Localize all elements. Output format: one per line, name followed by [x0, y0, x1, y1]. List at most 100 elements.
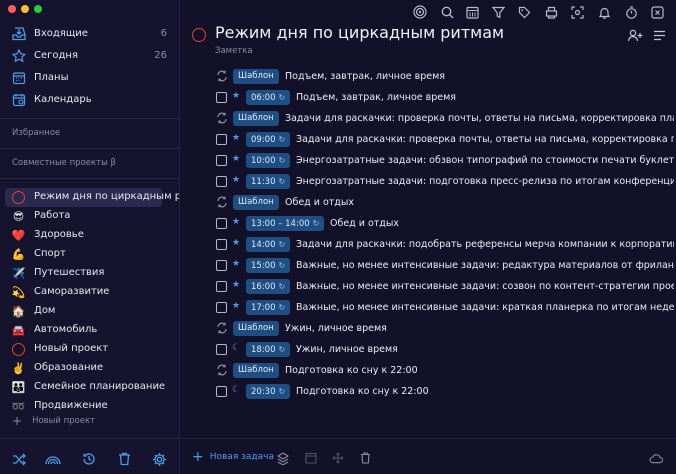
sidebar-project-item[interactable]: ✈️ Путешествия — [0, 264, 179, 283]
shuffle-icon[interactable] — [11, 451, 27, 467]
task-checkbox[interactable] — [216, 155, 227, 166]
menu-icon[interactable] — [650, 27, 668, 43]
new-task-button[interactable]: + Новая задача — [192, 450, 274, 464]
time-badge[interactable]: 17:00 ↻ — [246, 300, 291, 315]
task-checkbox[interactable] — [216, 386, 227, 397]
badge-text: 13:00 – 14:00 — [251, 219, 310, 229]
task-checkbox[interactable] — [216, 281, 227, 292]
task-title: Подготовка ко сну к 22:00 — [296, 386, 429, 397]
add-person-icon[interactable] — [626, 27, 644, 43]
task-checkbox[interactable] — [216, 239, 227, 250]
task-title: Подготовка ко сну к 22:00 — [285, 365, 418, 376]
history-icon[interactable] — [81, 451, 97, 467]
sidebar-item-label: Планы — [34, 72, 69, 83]
sidebar-project-item[interactable]: 💫 Саморазвитие — [0, 283, 179, 302]
task-row[interactable]: ☾ 18:00 ↻ Ужин, личное время — [180, 340, 676, 360]
task-row[interactable]: ★ 16:00 ↻ Важные, но менее интенсивные зада… — [180, 277, 676, 297]
task-checkbox[interactable] — [216, 344, 227, 355]
template-badge[interactable]: Шаблон — [233, 321, 279, 336]
repeat-icon — [215, 69, 229, 83]
sidebar-project-item[interactable]: 🚘 Автомобиль — [0, 321, 179, 340]
sidebar-project-item[interactable]: ✌️ Образование — [0, 359, 179, 378]
sidebar-item-label: Календарь — [34, 94, 92, 105]
template-row[interactable]: Шаблон Обед и отдых — [180, 193, 676, 213]
template-row[interactable]: Шаблон Подъем, завтрак, личное время — [180, 67, 676, 87]
print-icon[interactable] — [543, 4, 559, 20]
shared-projects-label[interactable]: Совместные проекты β — [12, 158, 116, 168]
task-row[interactable]: ★ 15:00 ↻ Важные, но менее интенсивные зада… — [180, 256, 676, 276]
time-badge[interactable]: 18:00 ↻ — [246, 342, 291, 357]
search-icon[interactable] — [439, 4, 455, 20]
sidebar-project-item[interactable]: 😎 Работа — [0, 207, 179, 226]
move-icon[interactable] — [331, 451, 345, 465]
focus-icon[interactable] — [412, 4, 428, 20]
task-row[interactable]: ★ 06:00 ↻ Подъем, завтрак, личное время — [180, 88, 676, 108]
gear-icon[interactable] — [151, 451, 167, 467]
task-row[interactable]: ★ 14:00 ↻ Задачи для раскачки: подобрать ре… — [180, 235, 676, 255]
task-checkbox[interactable] — [216, 218, 227, 229]
screenshot-icon[interactable] — [569, 4, 585, 20]
new-project-label: Новый проект — [32, 416, 96, 426]
time-badge[interactable]: 16:00 ↻ — [246, 279, 291, 294]
badge-text: Шаблон — [238, 323, 274, 333]
time-badge[interactable]: 10:00 ↻ — [246, 153, 291, 168]
bell-icon[interactable] — [596, 4, 612, 20]
sidebar-item-inbox[interactable]: Входящие 6 — [0, 23, 179, 45]
template-badge[interactable]: Шаблон — [233, 111, 279, 126]
template-row[interactable]: Шаблон Задачи для раскачки: проверка почт… — [180, 109, 676, 129]
red-ring-icon — [11, 342, 26, 357]
trash-icon[interactable] — [358, 451, 372, 465]
sidebar-item-today[interactable]: Сегодня 26 — [0, 45, 179, 67]
calendar-icon[interactable] — [304, 451, 318, 465]
time-badge[interactable]: 15:00 ↻ — [246, 258, 291, 273]
trash-icon[interactable] — [116, 451, 132, 467]
task-checkbox[interactable] — [216, 176, 227, 187]
sidebar-project-item[interactable]: Новый проект — [0, 340, 179, 359]
time-badge[interactable]: 06:00 ↻ — [246, 90, 291, 105]
sidebar-item-plans[interactable]: Планы — [0, 67, 179, 89]
timer-icon[interactable] — [623, 4, 639, 20]
page-title[interactable]: Режим дня по циркадным ритмам — [215, 23, 504, 42]
sidebar-project-item[interactable]: 👪 Семейное планирование — [0, 378, 179, 397]
notes-field[interactable]: Заметка — [215, 46, 253, 56]
filter-icon[interactable] — [490, 4, 506, 20]
sidebar-item-calendar[interactable]: Календарь — [0, 89, 179, 111]
close-window-button[interactable] — [8, 5, 16, 13]
task-row[interactable]: ★ 11:30 ↻ Энергозатратные задачи: подготовк… — [180, 172, 676, 192]
task-row[interactable]: ☾ 20:30 ↻ Подготовка ко сну к 22:00 — [180, 382, 676, 402]
template-badge[interactable]: Шаблон — [233, 69, 279, 84]
minimize-window-button[interactable] — [21, 5, 29, 13]
template-badge[interactable]: Шаблон — [233, 363, 279, 378]
new-project-button[interactable]: + Новый проект — [12, 414, 95, 428]
time-badge[interactable]: 13:00 – 14:00 ↻ — [246, 216, 325, 231]
template-row[interactable]: Шаблон Ужин, личное время — [180, 319, 676, 339]
rainbow-icon[interactable] — [45, 451, 61, 467]
cloud-icon[interactable] — [649, 451, 663, 465]
window-icon[interactable] — [649, 4, 665, 20]
sidebar-project-item[interactable]: 💪 Спорт — [0, 245, 179, 264]
task-title: Ужин, личное время — [296, 344, 398, 355]
template-row[interactable]: Шаблон Подготовка ко сну к 22:00 — [180, 361, 676, 381]
calendar-icon[interactable] — [464, 4, 480, 20]
task-row[interactable]: ★ 09:00 ↻ Задачи для раскачки: проверка поч… — [180, 130, 676, 150]
task-row[interactable]: ★ 17:00 ↻ Важные, но менее интенсивные зада… — [180, 298, 676, 318]
task-checkbox[interactable] — [216, 134, 227, 145]
task-checkbox[interactable] — [216, 302, 227, 313]
zoom-window-button[interactable] — [34, 5, 42, 13]
tag-icon[interactable] — [516, 4, 532, 20]
time-badge[interactable]: 20:30 ↻ — [246, 384, 291, 399]
sidebar-divider — [0, 118, 179, 119]
badge-text: 10:00 — [251, 156, 276, 166]
sidebar-project-item[interactable]: Режим дня по циркадным р — [0, 188, 179, 207]
sidebar-project-item[interactable]: ❤️ Здоровье — [0, 226, 179, 245]
task-row[interactable]: ★ 10:00 ↻ Энергозатратные задачи: обзвон ти… — [180, 151, 676, 171]
layers-icon[interactable] — [276, 451, 290, 465]
time-badge[interactable]: 11:30 ↻ — [246, 174, 291, 189]
time-badge[interactable]: 09:00 ↻ — [246, 132, 291, 147]
task-checkbox[interactable] — [216, 92, 227, 103]
template-badge[interactable]: Шаблон — [233, 195, 279, 210]
task-checkbox[interactable] — [216, 260, 227, 271]
task-row[interactable]: ★ 13:00 – 14:00 ↻ Обед и отдых — [180, 214, 676, 234]
sidebar-project-item[interactable]: 🏠 Дом — [0, 302, 179, 321]
time-badge[interactable]: 14:00 ↻ — [246, 237, 291, 252]
